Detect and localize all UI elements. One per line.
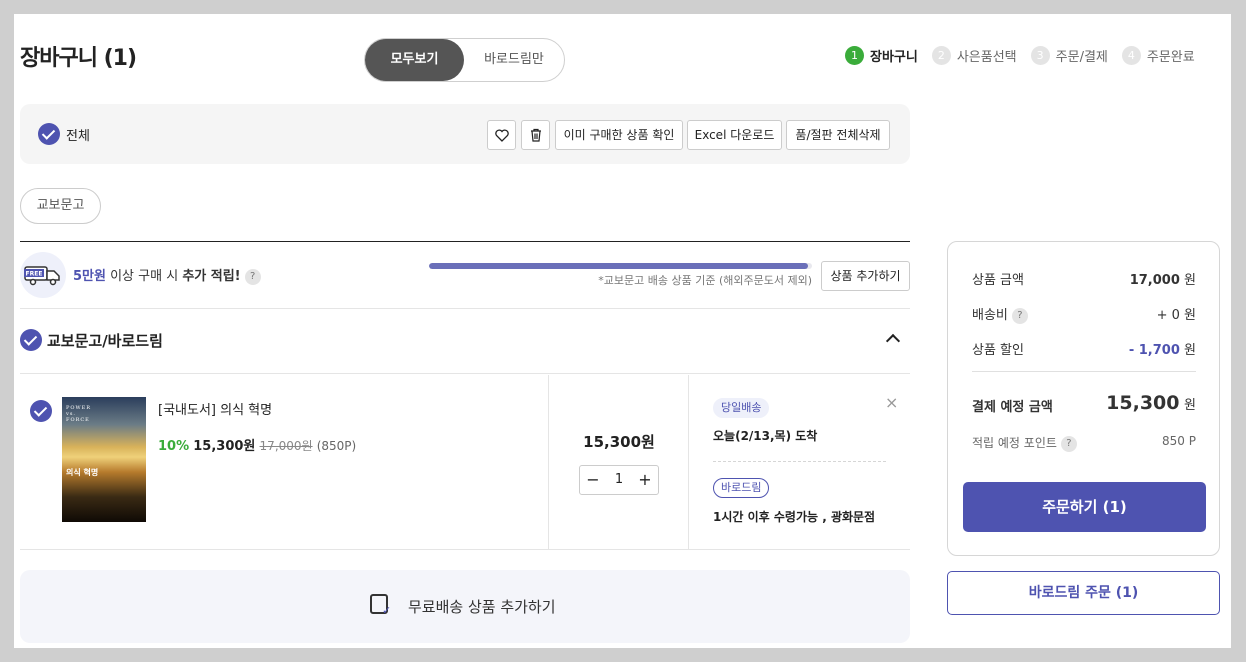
- item-checkbox[interactable]: [30, 400, 52, 422]
- delivery-divider: [713, 461, 886, 462]
- item-points: (850P): [316, 439, 357, 453]
- summary-value: - 1,700 원: [1128, 343, 1196, 358]
- order-button[interactable]: 주문하기 (1): [963, 482, 1206, 532]
- group-name: 교보문고/바로드림: [47, 332, 163, 350]
- help-icon[interactable]: ?: [1060, 435, 1077, 452]
- benefit-text: 5만원 이상 구매 시 추가 적립!?: [73, 265, 261, 285]
- shopping-bag-icon: [370, 594, 391, 617]
- add-product-button[interactable]: 상품 추가하기: [821, 261, 910, 291]
- summary-value: 17,000 원: [1129, 273, 1196, 288]
- step-cart: 1 장바구니: [845, 46, 918, 65]
- barodrim-order-button[interactable]: 바로드림 주문 (1): [947, 571, 1220, 615]
- summary-product-amount: 상품 금액 17,000 원: [972, 269, 1196, 288]
- summary-label: 상품 할인: [972, 343, 1024, 358]
- step-payment: 3 주문/결제: [1030, 46, 1108, 65]
- benefit-progress-fill: [429, 263, 809, 269]
- original-price: 17,000원: [259, 439, 313, 453]
- quantity-plus-button[interactable]: +: [632, 466, 658, 494]
- free-shipping-add-button[interactable]: 무료배송 상품 추가하기: [20, 570, 910, 643]
- chevron-up-icon[interactable]: [885, 333, 901, 349]
- step-number: 4: [1121, 46, 1141, 65]
- delivery-date: 오늘(2/13,목) 도착: [713, 429, 818, 443]
- summary-points: 적립 예정 포인트? 850 P: [972, 434, 1196, 452]
- summary-shipping: 배송비? + 0 원: [972, 304, 1196, 324]
- summary-label: 배송비: [972, 308, 1008, 323]
- benefit-banner: FREE 5만원 이상 구매 시 추가 적립!? *교보문고 배송 상품 기준 …: [20, 241, 910, 309]
- summary-value: + 0 원: [1156, 308, 1196, 323]
- barodrim-pickup-info: 1시간 이후 수령가능 , 광화문점: [713, 510, 876, 524]
- free-truck-label: FREE: [26, 271, 43, 278]
- select-all-checkbox[interactable]: [38, 123, 60, 145]
- page-title: 장바구니 (1): [20, 46, 137, 71]
- free-shipping-add-label: 무료배송 상품 추가하기: [408, 598, 556, 616]
- view-toggle: 모두보기 바로드림만: [364, 38, 565, 82]
- cart-page: 장바구니 (1) 모두보기 바로드림만 1 장바구니 2 사은품선택 3 주문/결제 …: [14, 14, 1231, 648]
- same-day-badge: 당일배송: [713, 398, 770, 418]
- summary-label: 결제 예정 금액: [972, 400, 1053, 415]
- delete-selected-button[interactable]: [521, 120, 550, 150]
- step-gift: 2 사은품선택: [931, 46, 1017, 65]
- item-price-line: 10% 15,300원 17,000원 (850P): [158, 435, 356, 454]
- view-barodrim-button[interactable]: 바로드림만: [464, 39, 564, 81]
- already-bought-button[interactable]: 이미 구매한 상품 확인: [555, 120, 683, 150]
- seller-group-header: 교보문고/바로드림: [20, 310, 910, 374]
- step-number: 1: [845, 46, 864, 65]
- order-summary: 상품 금액 17,000 원 배송비? + 0 원 상품 할인 - 1,700 …: [947, 241, 1220, 556]
- summary-label: 적립 예정 포인트: [972, 436, 1057, 450]
- group-checkbox[interactable]: [20, 329, 42, 351]
- summary-value: 850 P: [1162, 434, 1196, 448]
- benefit-progress-bar: [429, 263, 812, 269]
- free-shipping-truck-icon: FREE: [20, 252, 66, 298]
- close-icon[interactable]: ×: [885, 393, 898, 412]
- wishlist-button[interactable]: [487, 120, 516, 150]
- benefit-text-bold: 추가 적립!: [182, 269, 241, 284]
- quantity-stepper: − 1 +: [579, 465, 659, 495]
- view-all-button[interactable]: 모두보기: [365, 39, 464, 81]
- delete-soldout-button[interactable]: 품/절판 전체삭제: [786, 120, 890, 150]
- step-label: 주문/결제: [1055, 50, 1108, 65]
- help-icon[interactable]: ?: [1011, 307, 1028, 324]
- book-cover[interactable]: POWER vs. FORCE 의식 혁명: [62, 397, 146, 522]
- summary-value: 15,300 원: [1106, 392, 1196, 414]
- benefit-note: *교보문고 배송 상품 기준 (해외주문도서 제외): [598, 274, 812, 287]
- quantity-minus-button[interactable]: −: [580, 466, 606, 494]
- cart-toolbar: 전체 이미 구매한 상품 확인 Excel 다운로드 품/절판 전체삭제: [20, 104, 910, 164]
- discount-rate: 10%: [158, 439, 190, 454]
- quantity-value[interactable]: 1: [606, 466, 632, 494]
- summary-discount: 상품 할인 - 1,700 원: [972, 339, 1196, 358]
- step-number: 3: [1030, 46, 1050, 65]
- quantity-column: 15,300원 − 1 +: [548, 375, 689, 549]
- filter-chip-kyobo[interactable]: 교보문고: [20, 188, 101, 224]
- barodrim-badge: 바로드림: [713, 478, 770, 498]
- item-total-price: 15,300원: [583, 433, 655, 451]
- trash-icon: [530, 128, 541, 142]
- help-icon[interactable]: ?: [244, 268, 261, 285]
- step-label: 주문완료: [1146, 50, 1195, 65]
- excel-download-button[interactable]: Excel 다운로드: [687, 120, 782, 150]
- step-label: 사은품선택: [956, 50, 1017, 65]
- summary-total: 결제 예정 금액 15,300 원: [972, 392, 1196, 415]
- summary-label: 상품 금액: [972, 273, 1024, 288]
- step-label: 장바구니: [870, 50, 918, 65]
- delivery-column: 당일배송 오늘(2/13,목) 도착 바로드림 1시간 이후 수령가능 , 광화…: [713, 375, 910, 549]
- heart-icon: [494, 129, 509, 142]
- book-title-link[interactable]: [국내도서] 의식 혁명: [158, 399, 272, 418]
- cart-item: POWER vs. FORCE 의식 혁명 [국내도서] 의식 혁명 10% 1…: [20, 375, 910, 550]
- select-all-label: 전체: [66, 129, 90, 144]
- summary-divider: [972, 371, 1196, 372]
- step-number: 2: [931, 46, 951, 65]
- cover-title-kr: 의식 혁명: [66, 468, 99, 477]
- cover-title-en3: FORCE: [66, 417, 90, 423]
- step-complete: 4 주문완료: [1121, 46, 1195, 65]
- order-steps: 1 장바구니 2 사은품선택 3 주문/결제 4 주문완료: [845, 46, 1195, 65]
- benefit-amount: 5만원: [73, 269, 106, 284]
- sale-price: 15,300원: [193, 439, 256, 454]
- benefit-text-mid: 이상 구매 시: [105, 269, 183, 284]
